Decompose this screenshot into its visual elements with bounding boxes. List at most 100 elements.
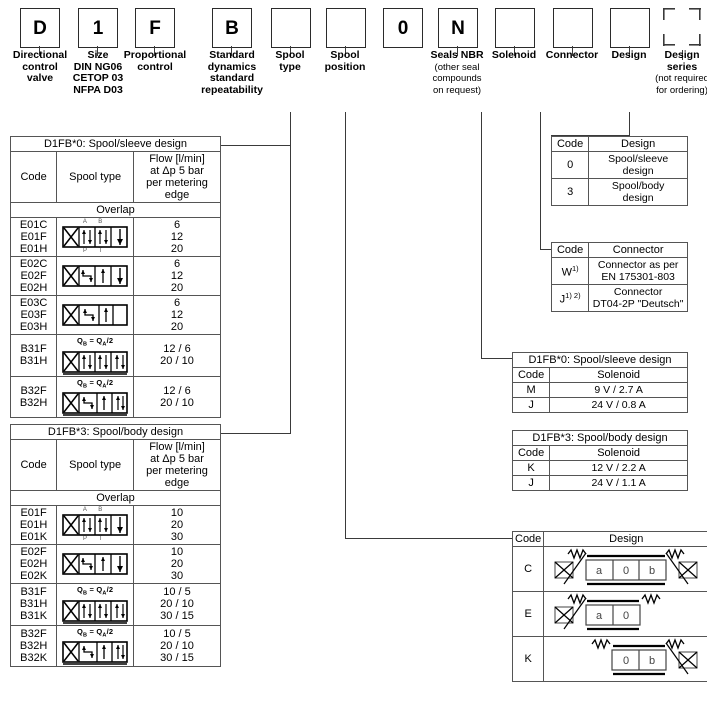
code-line: E03F xyxy=(20,309,47,321)
solenoid-sleeve-title: D1FB*0: Spool/sleeve design xyxy=(512,352,688,368)
col-header-solenoid: Solenoid xyxy=(549,445,688,461)
row-flows: 12 / 6 20 / 10 xyxy=(133,375,221,418)
position-symbol-cell: a 0 b xyxy=(543,546,707,592)
flow-value: 12 xyxy=(170,270,184,282)
leader-connector-h xyxy=(540,249,551,251)
code-line: B31F xyxy=(20,586,47,599)
code-box-9-solenoid[interactable] xyxy=(495,8,535,48)
flow-value: 20 xyxy=(170,558,184,570)
leader-solenoid-h xyxy=(481,358,512,360)
code-line: E01K xyxy=(20,531,48,543)
solenoid-value: 24 V / 0.8 A xyxy=(549,397,688,413)
solenoid-body-table: D1FB*3: Spool/body design Code Solenoid … xyxy=(511,430,688,491)
connector-line-2: DT04-2P "Deutsch" xyxy=(592,298,684,310)
flow-value: 20 / 10 xyxy=(160,598,194,611)
col-header-connector: Connector xyxy=(588,242,688,258)
flow-value: 12 xyxy=(170,309,184,321)
code-box-1[interactable]: D xyxy=(20,8,60,48)
flow-value: 12 / 6 xyxy=(163,384,191,397)
row-flows: 6 12 20 xyxy=(133,256,221,296)
code-line: B32H xyxy=(19,639,48,652)
row-codes: E02C E02F E02H xyxy=(9,256,58,296)
code-box-2[interactable]: 1 xyxy=(78,8,118,48)
leader-connector-v xyxy=(540,112,542,250)
code-box-8-seals[interactable]: N xyxy=(438,8,478,48)
solenoid-code: J xyxy=(511,475,551,491)
table-row: B31F B31H B31K QB = QA/2 10 / 5 20 / 10 … xyxy=(9,583,221,626)
col-header-spool-type: Spool type xyxy=(56,439,134,491)
port-labels-pt: P T xyxy=(83,248,108,254)
solenoid-value: 9 V / 2.7 A xyxy=(549,382,688,398)
flow-value: 6 xyxy=(173,219,181,231)
position-code: E xyxy=(511,591,545,637)
code-line: E01C xyxy=(19,219,48,231)
row-flows: 10 / 5 20 / 10 30 / 15 xyxy=(133,583,221,626)
table-row: D1FB*3: Spool/body design xyxy=(512,430,688,446)
flow-value: 20 / 10 xyxy=(160,355,194,368)
code-box-3-value: F xyxy=(149,17,161,39)
svg-text:0: 0 xyxy=(623,655,629,667)
spool-symbol-cell: QB = QA/2 xyxy=(56,375,134,418)
flow-value: 10 xyxy=(170,507,184,519)
flow-value: 30 / 15 xyxy=(160,610,194,623)
code-box-4[interactable]: B xyxy=(212,8,252,48)
code-line: B31K xyxy=(20,610,48,623)
flow-value: 20 / 10 xyxy=(160,396,194,409)
table-row: B32F B32H B32K QB = QA/2 10 / 5 20 / 10 … xyxy=(9,624,221,667)
svg-text:b: b xyxy=(649,565,655,577)
solenoid-value: 12 V / 2.2 A xyxy=(549,460,688,476)
header-label-spool-type: Spool type xyxy=(275,49,305,73)
spool-symbol-cell xyxy=(56,256,134,296)
code-line: E03H xyxy=(19,321,48,333)
flow-value: 10 / 5 xyxy=(163,586,191,599)
table-row: 0 Spool/sleeve design xyxy=(550,151,688,179)
solenoid-code: M xyxy=(511,382,551,398)
valve-symbol-icon xyxy=(62,514,128,536)
spool-symbol-e01: A B P T xyxy=(59,507,131,543)
header-label-seals-nbr: Seals NBR (other seal compounds on request) xyxy=(430,49,484,96)
code-line: E01F xyxy=(20,507,47,519)
connector-line-1: Connector as per xyxy=(597,259,679,271)
flow-line-1: Flow [l/min] xyxy=(149,153,205,165)
table-row: E01F E01H E01K A B P T 10 20 30 xyxy=(9,505,221,545)
table-row: E a 0 xyxy=(511,591,707,637)
code-box-5-spool-type[interactable] xyxy=(271,8,311,48)
col-header-code: Code xyxy=(511,531,545,547)
code-line: E02F xyxy=(20,270,47,282)
row-codes: E02F E02H E02K xyxy=(9,544,58,584)
row-codes: B32F B32H B32K xyxy=(9,624,58,667)
code-box-12-design-series[interactable] xyxy=(663,8,701,46)
col-header-code: Code xyxy=(550,242,590,258)
code-line: B31F xyxy=(20,343,47,356)
row-codes: B31F B31H xyxy=(9,334,58,377)
code-box-7[interactable]: 0 xyxy=(383,8,423,48)
flow-value: 20 / 10 xyxy=(160,639,194,652)
code-line: E02C xyxy=(19,258,48,270)
spool-symbol-e02 xyxy=(59,265,131,287)
code-box-2-value: 1 xyxy=(92,17,104,39)
code-box-3[interactable]: F xyxy=(135,8,175,48)
code-line: E02H xyxy=(19,558,48,570)
connector-code-letter: W xyxy=(561,266,572,279)
code-line: E01F xyxy=(20,231,47,243)
code-line: B31H xyxy=(19,598,48,611)
code-box-11-design[interactable] xyxy=(610,8,650,48)
connector-code-footnote: 1) 2) xyxy=(565,291,581,301)
leader-spool-type-v xyxy=(290,112,292,146)
code-box-10-connector[interactable] xyxy=(553,8,593,48)
valve-symbol-icon xyxy=(62,226,128,248)
code-box-6-spool-position[interactable] xyxy=(326,8,366,48)
spool-symbol-cell: A B P T xyxy=(56,505,134,545)
solenoid-code: J xyxy=(511,397,551,413)
valve-symbol-icon xyxy=(62,641,128,665)
table-row: Overlap xyxy=(10,202,221,218)
svg-text:a: a xyxy=(596,565,603,577)
flow-value: 20 xyxy=(170,243,184,255)
code-line: E01H xyxy=(19,243,48,255)
connector-code: J1) 2) xyxy=(550,284,590,312)
code-line: E02H xyxy=(19,282,48,294)
row-flows: 6 12 20 xyxy=(133,295,221,335)
port-labels-ab: A B xyxy=(82,507,108,513)
table-row: Code Spool type Flow [l/min] at Δp 5 bar… xyxy=(9,151,221,203)
table-row: D1FB*0: Spool/sleeve design xyxy=(10,136,221,152)
